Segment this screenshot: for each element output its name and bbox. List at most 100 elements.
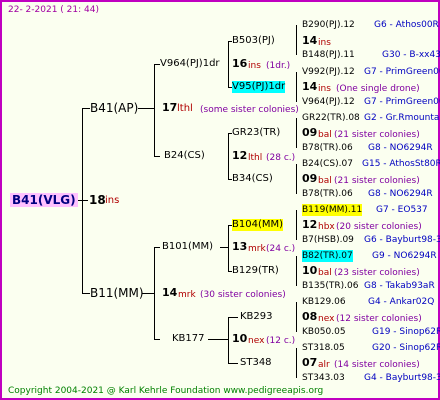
gen3-year: 09 [302,126,318,139]
connector [228,317,238,318]
gen4-info: G8 - NO6294R [368,189,433,199]
gen3-breeder: bal [318,176,332,186]
connector [296,302,297,332]
connector [228,225,229,271]
connector [296,25,297,55]
gen4-queen: B82(TR).07 [302,250,353,262]
gen1-note: (30 sister colonies) [200,290,286,300]
connector [296,210,297,240]
connector [228,133,229,179]
gen4-info: G2 - Gr.Rmounta [364,113,440,123]
gen3-note: (23 sister colonies) [334,268,420,278]
gen4-info: G20 - Sinop62R [372,343,440,353]
gen2-breeder: lthl [248,153,263,163]
gen3-queen: B129(TR) [232,265,279,276]
gen4-queen: B290(PJ).12 [302,20,355,30]
gen1-queen: B41(AP) [90,101,139,115]
connector [228,363,238,364]
gen3-breeder: nex [318,314,335,324]
gen4-queen: B24(CS).07 [302,159,353,169]
gen4-queen: B78(TR).06 [302,143,353,153]
gen3-note: (14 sister colonies) [334,360,420,370]
gen4-queen: B78(TR).06 [302,189,353,199]
gen3-queen: GR23(TR) [232,127,281,138]
gen3-queen: KB293 [240,311,273,322]
gen2-year: 13 [232,240,248,253]
gen3-breeder: bal [318,268,332,278]
gen4-info: G7 - PrimGreen00 [364,67,440,77]
gen1-breeder: lthl [177,103,193,114]
connector [82,293,90,294]
gen2-note: (1dr.) [266,61,291,71]
gen3-year: 07 [302,356,318,369]
connector [154,339,160,340]
root-queen: B41(VLG) [10,193,78,207]
connector [82,108,90,109]
gen4-queen: KB129.06 [302,297,346,307]
gen3-breeder: bal [318,130,332,140]
gen1-queen: B11(MM) [90,286,144,300]
gen4-info: G8 - Takab93aR [364,281,435,291]
gen3-breeder: ins [318,38,331,48]
connector [296,348,297,378]
gen2-breeder: mrk [248,244,266,254]
connector [296,72,297,102]
gen3-note: (21 sister colonies) [334,130,420,140]
connector [228,41,229,87]
gen4-queen: B119(MM).11 [302,204,363,216]
gen3-year: 14 [302,80,318,93]
gen4-queen: GR22(TR).08 [302,113,360,123]
gen3-queen: V95(PJ)1dr [232,81,286,93]
gen3-year: 10 [302,264,318,277]
gen4-queen: ST343.03 [302,373,345,383]
gen2-queen: V964(PJ)1dr [160,58,220,69]
gen4-queen: B7(HSB).09 [302,235,354,245]
print-date: 22- 2-2021 ( 21: 44) [8,5,99,15]
gen4-queen: ST318.05 [302,343,345,353]
gen4-info: G9 - NO6294R [372,251,437,261]
gen3-breeder: ins [318,84,331,94]
gen3-breeder: hbx [318,222,335,232]
gen3-note: (20 sister colonies) [336,222,422,232]
connector [142,293,154,294]
gen3-queen: ST348 [240,357,272,368]
connector [296,164,297,194]
gen4-info: G7 - PrimGreen00 [364,97,440,107]
gen4-info: G7 - EO537 [376,205,428,215]
gen3-note: (One single drone) [336,84,420,94]
gen3-note: (21 sister colonies) [334,176,420,186]
gen4-queen: KB050.05 [302,327,346,337]
root-year: 18 [89,193,106,207]
connector [154,247,160,248]
gen3-year: 14 [302,34,318,47]
gen2-queen: B101(MM) [162,241,214,252]
gen4-info: G4 - Bayburt98-3 [364,373,440,383]
gen1-note: (some sister colonies) [200,105,299,115]
connector [154,64,155,156]
gen4-info: G4 - Ankar02Q [368,297,435,307]
gen4-info: G6 - Bayburt98-3 [364,235,440,245]
pedigree-chart: 22- 2-2021 ( 21: 44) B41(VLG) 18 ins B41… [0,0,440,400]
gen4-info: G6 - Athos00R [374,20,439,30]
gen4-queen: B148(PJ).11 [302,50,355,60]
gen2-year: 16 [232,57,248,70]
gen3-queen: B34(CS) [232,173,273,184]
gen3-breeder: alr [318,360,330,370]
gen2-breeder: nex [248,336,265,346]
gen3-year: 12 [302,218,318,231]
gen2-year: 10 [232,332,248,345]
connector [228,317,229,363]
gen3-note: (12 sister colonies) [336,314,422,324]
gen3-year: 09 [302,172,318,185]
gen4-queen: V964(PJ).12 [302,97,355,107]
connector [82,108,83,294]
gen4-queen: V992(PJ).12 [302,67,355,77]
gen4-info: G8 - NO6294R [368,143,433,153]
gen2-year: 12 [232,149,248,162]
connector [296,118,297,148]
gen2-note: (24 c.) [266,244,296,254]
gen1-year: 17 [162,101,178,114]
connector [208,339,228,340]
connector [296,256,297,286]
gen2-queen: KB177 [172,333,205,344]
